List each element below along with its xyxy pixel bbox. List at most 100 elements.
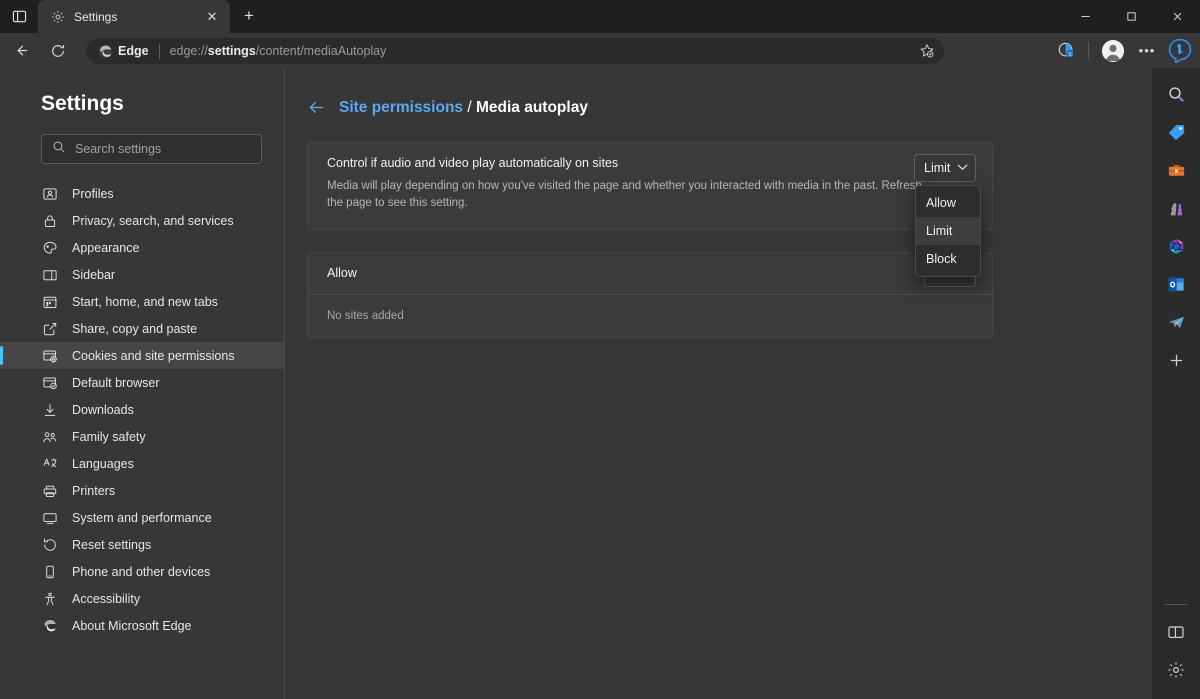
default-browser-icon <box>41 374 58 391</box>
svg-text:1: 1 <box>1068 52 1071 58</box>
more-options-icon[interactable]: ••• <box>1131 35 1163 67</box>
sidebar-item-label: Profiles <box>72 187 114 201</box>
cookie-permissions-icon <box>41 347 58 364</box>
search-settings-box[interactable] <box>41 134 262 164</box>
autoplay-select-button[interactable]: Limit <box>914 154 976 182</box>
sidebar-item-about-microsoft-edge[interactable]: About Microsoft Edge <box>0 612 284 639</box>
avatar[interactable] <box>1097 35 1129 67</box>
download-icon <box>41 401 58 418</box>
autoplay-setting-card: Control if audio and video play automati… <box>307 142 993 230</box>
autoplay-select-value: Limit <box>924 161 950 175</box>
sidebar-item-label: Sidebar <box>72 268 115 282</box>
search-icon <box>52 140 66 159</box>
autoplay-dropdown: Limit AllowLimitBlock <box>914 154 976 182</box>
sidebar-item-label: Phone and other devices <box>72 565 210 579</box>
rail-telegram[interactable] <box>1161 307 1191 337</box>
sidebar-item-accessibility[interactable]: Accessibility <box>0 585 284 612</box>
sidebar-item-sidebar[interactable]: Sidebar <box>0 261 284 288</box>
address-bar[interactable]: Edge edge://settings/content/mediaAutopl… <box>86 38 944 64</box>
sidebar-item-share-copy-and-paste[interactable]: Share, copy and paste <box>0 315 284 342</box>
back-arrow-icon[interactable] <box>307 98 326 117</box>
sidebar-item-privacy-search-and-services[interactable]: Privacy, search, and services <box>0 207 284 234</box>
search-input[interactable] <box>75 142 251 156</box>
lock-icon <box>41 212 58 229</box>
browser-toolbar: Edge edge://settings/content/mediaAutopl… <box>0 33 1200 68</box>
sidebar-item-family-safety[interactable]: Family safety <box>0 423 284 450</box>
sidebar-item-printers[interactable]: Printers <box>0 477 284 504</box>
sidebar-item-cookies-and-site-permissions[interactable]: Cookies and site permissions <box>0 342 284 369</box>
sidebar-item-appearance[interactable]: Appearance <box>0 234 284 261</box>
sidebar-item-label: Share, copy and paste <box>72 322 197 336</box>
settings-sidebar: Settings Profiles Privacy, search, and se… <box>0 68 285 699</box>
close-icon[interactable]: ✕ <box>202 7 222 27</box>
sidebar-item-label: Cookies and site permissions <box>72 349 235 363</box>
autoplay-dropdown-menu: AllowLimitBlock <box>915 185 981 277</box>
star-add-icon[interactable] <box>914 40 940 62</box>
breadcrumb-parent-link[interactable]: Site permissions <box>339 99 463 116</box>
palette-icon <box>41 239 58 256</box>
home-window-icon <box>41 293 58 310</box>
language-icon <box>41 455 58 472</box>
sidebar-item-phone-and-other-devices[interactable]: Phone and other devices <box>0 558 284 585</box>
edge-logo-icon <box>98 44 113 59</box>
settings-page: Settings Profiles Privacy, search, and se… <box>0 68 1152 699</box>
page-title: Settings <box>0 92 284 116</box>
maximize-button[interactable] <box>1108 0 1154 33</box>
sidebar-item-label: Family safety <box>72 430 146 444</box>
sidebar-item-label: About Microsoft Edge <box>72 619 192 633</box>
rail-settings[interactable] <box>1161 655 1191 685</box>
breadcrumb-current: Media autoplay <box>476 99 588 116</box>
dropdown-option-block[interactable]: Block <box>916 245 980 273</box>
tab-title: Settings <box>74 10 194 24</box>
share-icon <box>41 320 58 337</box>
minimize-button[interactable] <box>1062 0 1108 33</box>
rail-tools[interactable] <box>1161 155 1191 185</box>
edge-badge-label: Edge <box>118 44 149 58</box>
sidebar-item-label: Languages <box>72 457 134 471</box>
sidebar-item-downloads[interactable]: Downloads <box>0 396 284 423</box>
breadcrumb-separator: / <box>463 99 476 116</box>
sidebar-item-label: Default browser <box>72 376 160 390</box>
sidebar-item-label: Printers <box>72 484 115 498</box>
browser-tab[interactable]: Settings ✕ <box>38 0 230 33</box>
copilot-bing-icon[interactable] <box>1165 36 1195 66</box>
back-icon[interactable] <box>5 35 37 67</box>
sidebar-item-start-home-and-new-tabs[interactable]: Start, home, and new tabs <box>0 288 284 315</box>
sidebar-item-default-browser[interactable]: Default browser <box>0 369 284 396</box>
browser-window: Settings ✕ + <box>0 0 1200 699</box>
sidebar-item-profiles[interactable]: Profiles <box>0 180 284 207</box>
breadcrumb: Site permissions / Media autoplay <box>307 98 1152 117</box>
rail-office[interactable] <box>1161 231 1191 261</box>
tab-actions-icon[interactable] <box>0 0 38 33</box>
rail-split-screen[interactable] <box>1161 617 1191 647</box>
sidebar-item-label: System and performance <box>72 511 212 525</box>
family-icon <box>41 428 58 445</box>
edge-site-badge: Edge <box>98 44 149 59</box>
sidebar-icon <box>41 266 58 283</box>
dropdown-option-limit[interactable]: Limit <box>916 217 980 245</box>
rail-games[interactable] <box>1161 193 1191 223</box>
profile-card-icon <box>41 185 58 202</box>
sidebar-item-label: Reset settings <box>72 538 151 552</box>
chevron-down-icon <box>957 163 968 173</box>
edge-logo-icon <box>41 617 58 634</box>
sidebar-item-label: Privacy, search, and services <box>72 214 234 228</box>
sidebar-item-label: Downloads <box>72 403 134 417</box>
sidebar-item-languages[interactable]: Languages <box>0 450 284 477</box>
sidebar-item-reset-settings[interactable]: Reset settings <box>0 531 284 558</box>
toolbar-divider <box>1088 42 1089 59</box>
sidebar-item-system-and-performance[interactable]: System and performance <box>0 504 284 531</box>
browser-essentials-icon[interactable]: 1 <box>1050 35 1082 67</box>
dropdown-option-allow[interactable]: Allow <box>916 189 980 217</box>
printer-icon <box>41 482 58 499</box>
rail-search[interactable] <box>1161 79 1191 109</box>
new-tab-button[interactable]: + <box>234 2 264 30</box>
rail-outlook[interactable] <box>1161 269 1191 299</box>
rail-shopping[interactable] <box>1161 117 1191 147</box>
refresh-icon[interactable] <box>42 35 74 67</box>
title-bar: Settings ✕ + <box>0 0 1200 33</box>
close-button[interactable] <box>1154 0 1200 33</box>
gear-icon <box>50 9 66 25</box>
settings-content: Site permissions / Media autoplay Contro… <box>285 68 1152 699</box>
rail-add[interactable] <box>1161 345 1191 375</box>
